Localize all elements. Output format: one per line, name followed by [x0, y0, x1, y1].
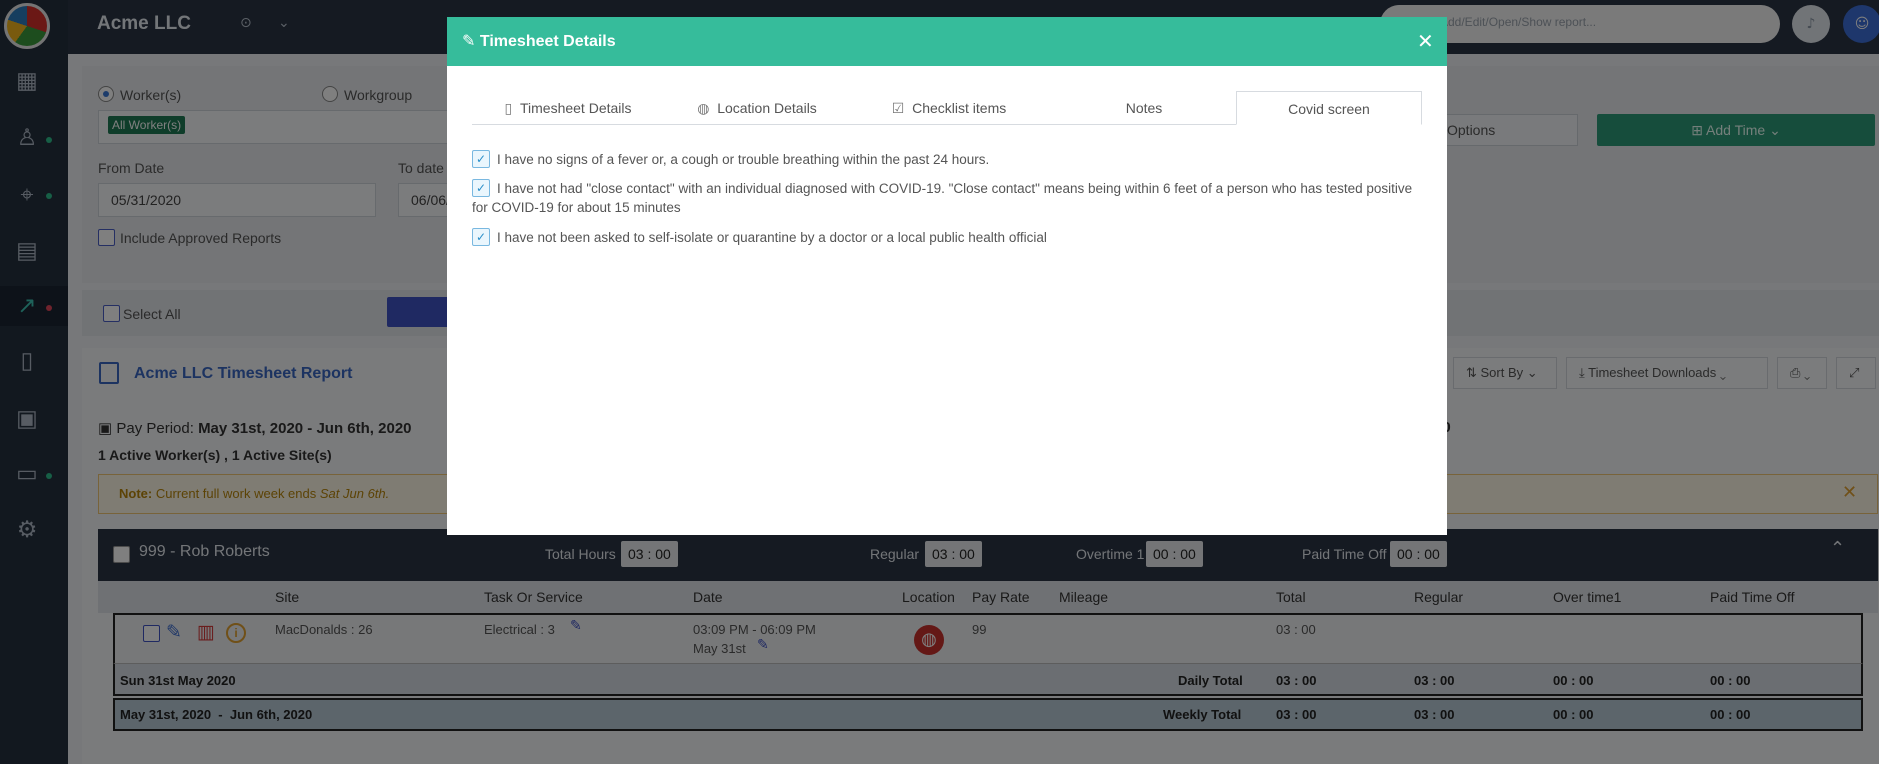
tab-label: Timesheet Details — [519, 100, 632, 116]
tab-label: Covid screen — [1288, 101, 1370, 117]
covid-item-1: I have no signs of a fever or, a cough o… — [497, 152, 990, 167]
covid-item-3: I have not been asked to self-isolate or… — [497, 230, 1047, 245]
globe-icon: ◍ — [697, 101, 710, 117]
modal-title: ✎ Timesheet Details — [462, 31, 616, 51]
modal-title-text: Timesheet Details — [479, 33, 616, 50]
timesheet-details-modal: ✎ Timesheet Details ✕ ▯ Timesheet Detail… — [447, 17, 1447, 535]
tab-label: Location Details — [717, 100, 817, 116]
close-icon[interactable]: ✕ — [1417, 29, 1434, 53]
covid-check-3[interactable]: ✓ — [472, 228, 490, 246]
tab-covid-screen[interactable]: Covid screen — [1236, 91, 1422, 125]
tab-notes[interactable]: Notes — [1079, 91, 1209, 125]
tab-checklist-items[interactable]: ☑ Checklist items — [879, 91, 1019, 125]
tab-label: Checklist items — [912, 100, 1007, 116]
tab-label: Notes — [1125, 100, 1163, 116]
checkbox-icon: ☑ — [891, 101, 905, 117]
covid-check-1[interactable]: ✓ — [472, 150, 490, 168]
document-icon: ▯ — [504, 101, 513, 117]
edit-square-icon: ✎ — [462, 31, 476, 50]
covid-item-2: I have not had "close contact" with an i… — [472, 181, 1413, 215]
tab-location-details[interactable]: ◍ Location Details — [687, 91, 827, 125]
tab-timesheet-details[interactable]: ▯ Timesheet Details — [493, 91, 643, 125]
